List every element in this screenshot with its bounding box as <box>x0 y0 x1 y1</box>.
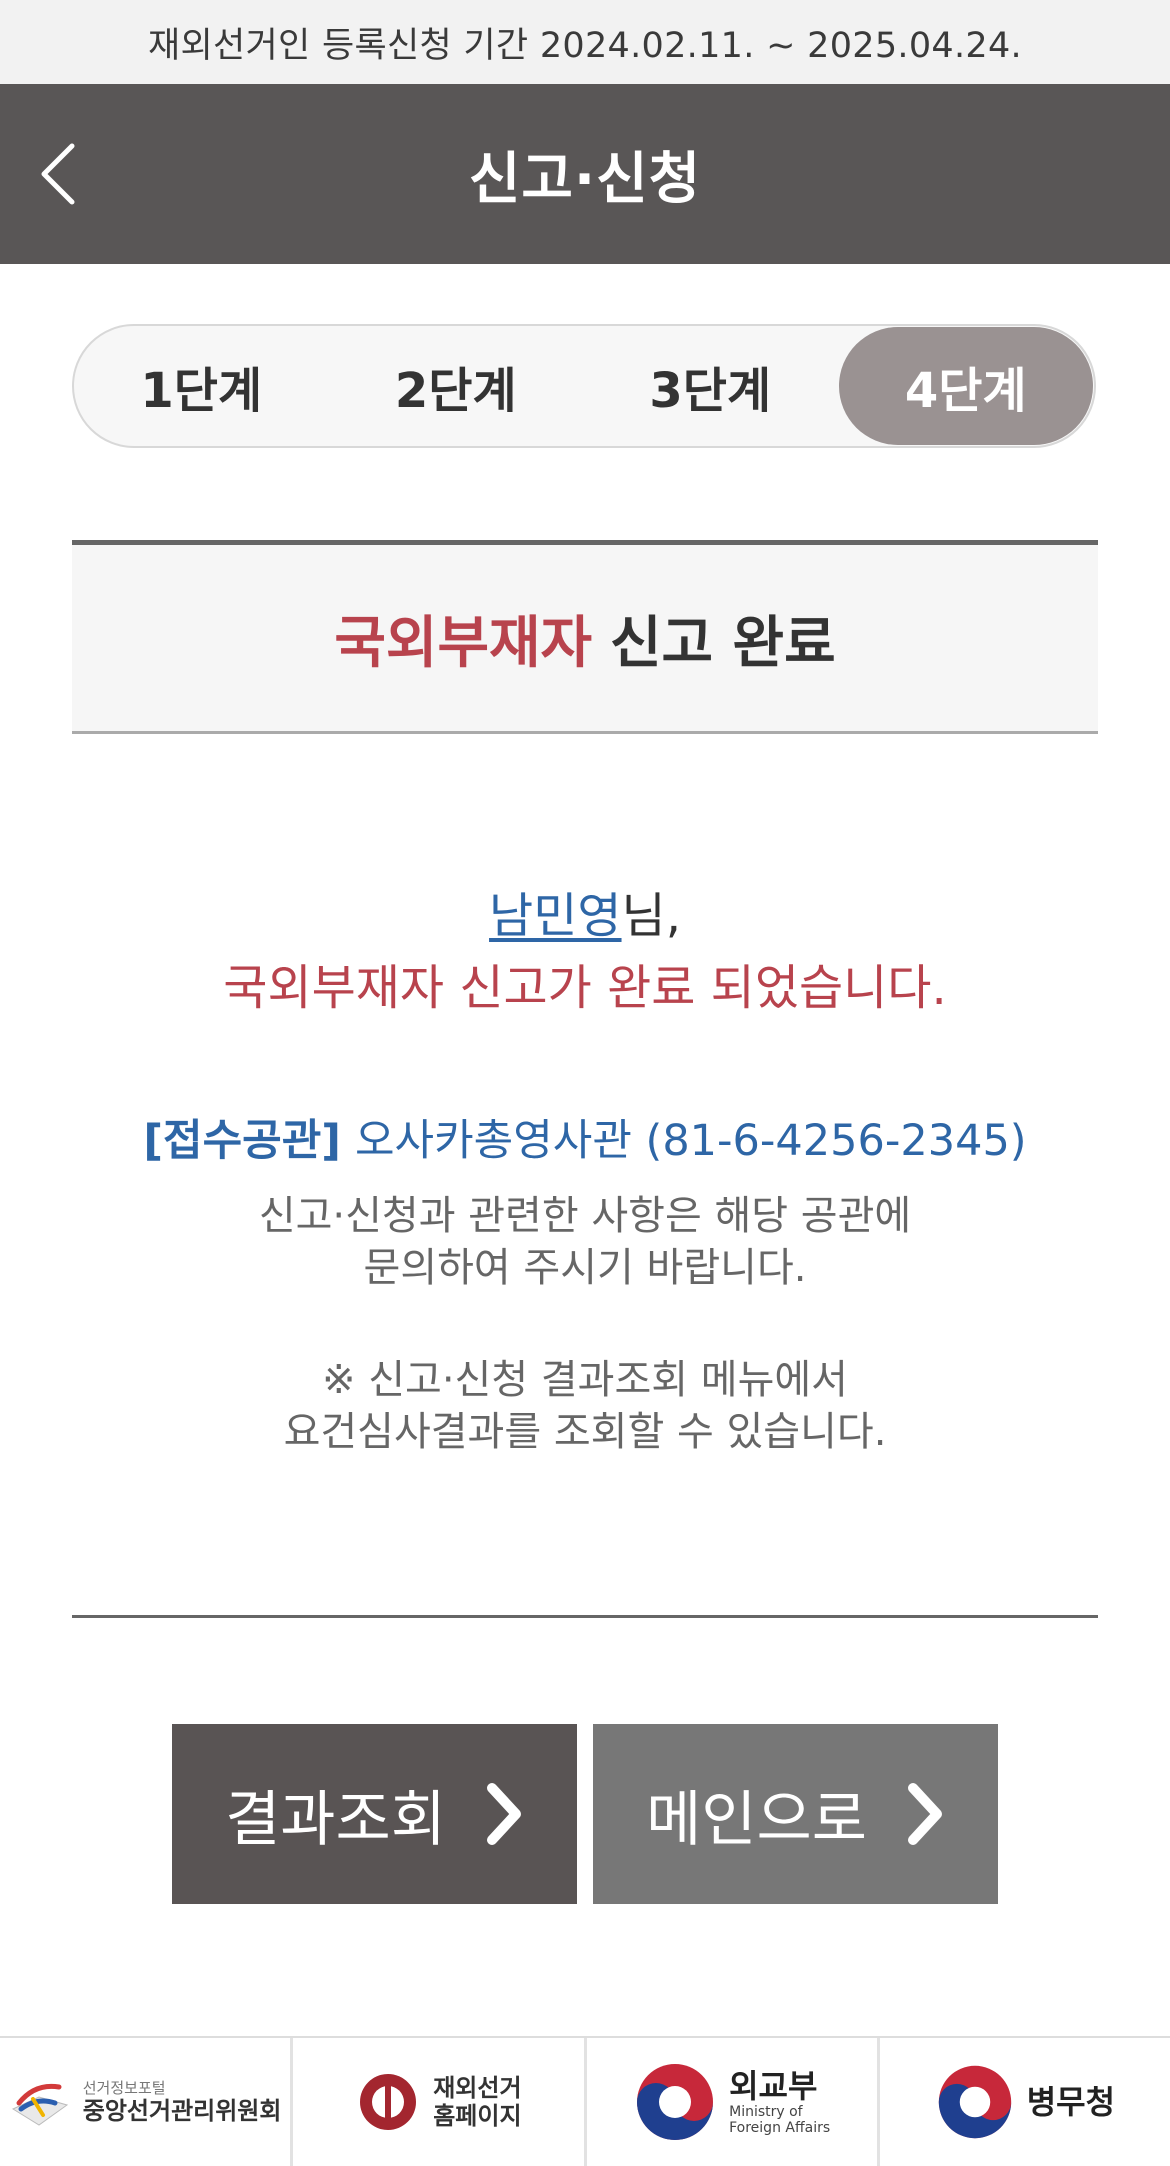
registration-period-notice: 재외선거인 등록신청 기간 2024.02.11. ~ 2025.04.24. <box>0 0 1170 84</box>
contact-guide: 신고·신청과 관련한 사항은 해당 공관에 문의하여 주시기 바랍니다. <box>72 1190 1098 1294</box>
completion-heading-type: 국외부재자 <box>334 610 593 676</box>
completion-heading-status: 신고 완료 <box>610 610 836 676</box>
step-2: 2단계 <box>394 363 517 419</box>
note-line-1: ※ 신고·신청 결과조회 메뉴에서 <box>322 1357 848 1403</box>
taegeuk-icon <box>938 2065 1011 2139</box>
result-lookup-note: ※ 신고·신청 결과조회 메뉴에서 요건심사결과를 조회할 수 있습니다. <box>72 1354 1098 1458</box>
completion-heading: 국외부재자 신고 완료 <box>72 540 1098 734</box>
go-main-label: 메인으로 <box>646 1784 867 1855</box>
page-title: 신고·신청 <box>468 146 702 212</box>
mofa-label: 외교부 <box>729 2067 818 2105</box>
chevron-left-icon <box>41 143 75 205</box>
mofa-en-line-1: Ministry of <box>729 2104 803 2120</box>
footer-link-overseas-election[interactable]: 재외선거 홈페이지 <box>293 2038 587 2166</box>
guide-line-2: 문의하여 주시기 바랍니다. <box>363 1245 807 1291</box>
chevron-right-icon <box>905 1782 945 1846</box>
step-indicator: 1단계 2단계 3단계 4단계 <box>72 324 1096 448</box>
nec-logo-icon <box>11 2083 68 2126</box>
greeting: 남민영님, <box>72 880 1098 952</box>
overseas-label-line-2: 홈페이지 <box>433 2102 522 2130</box>
step-4-active: 4단계 <box>838 327 1093 445</box>
footer-link-mofa[interactable]: 외교부 Ministry of Foreign Affairs <box>586 2038 880 2166</box>
overseas-label-line-1: 재외선거 <box>433 2074 522 2102</box>
step-3: 3단계 <box>649 363 772 419</box>
completion-message: 남민영님, 국외부재자 신고가 완료 되었습니다. [접수공관] 오사카총영사관 … <box>72 880 1098 1458</box>
taegeuk-icon <box>637 2064 714 2140</box>
nec-small-label: 선거정보포털 <box>82 2079 166 2097</box>
divider <box>72 1615 1098 1618</box>
footer-link-nec[interactable]: 선거정보포털 중앙선거관리위원회 <box>0 2038 294 2166</box>
receiving-office: [접수공관] 오사카총영사관 (81-6-4256-2345) <box>72 1106 1098 1168</box>
overseas-election-logo-icon <box>360 2074 417 2130</box>
guide-line-1: 신고·신청과 관련한 사항은 해당 공관에 <box>258 1193 912 1239</box>
mofa-en-line-2: Foreign Affairs <box>729 2120 831 2136</box>
chevron-right-icon <box>484 1782 524 1846</box>
nec-label: 중앙선거관리위원회 <box>82 2097 282 2125</box>
result-lookup-button[interactable]: 결과조회 <box>172 1724 577 1904</box>
footer-links: 선거정보포털 중앙선거관리위원회 재외선거 홈페이지 외교부 Ministry … <box>0 2036 1170 2166</box>
office-label: [접수공관] <box>143 1116 341 1166</box>
result-lookup-label: 결과조회 <box>225 1784 446 1855</box>
back-button[interactable] <box>38 134 88 214</box>
page-header: 신고·신청 <box>0 84 1170 264</box>
go-main-button[interactable]: 메인으로 <box>593 1724 998 1904</box>
completion-text: 국외부재자 신고가 완료 되었습니다. <box>223 960 947 1016</box>
mma-label: 병무청 <box>1026 2083 1116 2121</box>
footer-link-mma[interactable]: 병무청 <box>879 2038 1170 2166</box>
note-line-2: 요건심사결과를 조회할 수 있습니다. <box>283 1409 887 1455</box>
user-name: 남민영 <box>489 888 622 944</box>
step-1: 1단계 <box>140 363 263 419</box>
name-suffix: 님, <box>621 888 681 944</box>
office-value: 오사카총영사관 (81-6-4256-2345) <box>354 1116 1027 1166</box>
